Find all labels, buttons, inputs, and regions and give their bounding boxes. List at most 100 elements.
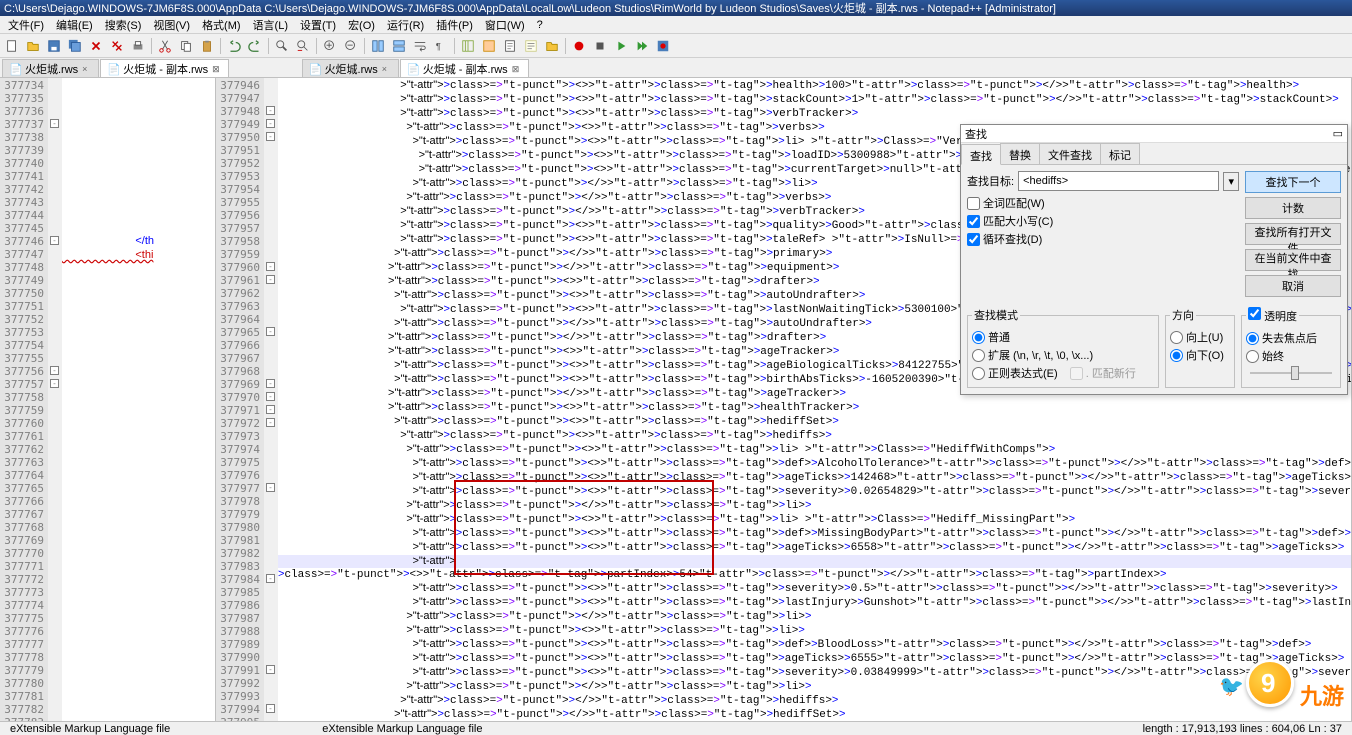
close-icon[interactable]: ⊠	[512, 64, 522, 74]
record-icon[interactable]	[569, 36, 589, 56]
doc-map-icon[interactable]	[500, 36, 520, 56]
save-macro-icon[interactable]	[653, 36, 673, 56]
code-view-left[interactable]: </th <thi	[62, 78, 215, 721]
left-pane[interactable]: 377734 377735 377736 377737 377738 37773…	[0, 78, 216, 721]
save-all-icon[interactable]	[65, 36, 85, 56]
menu-item[interactable]: 编辑(E)	[50, 17, 99, 33]
menu-item[interactable]: 设置(T)	[294, 17, 342, 33]
folder-icon[interactable]	[542, 36, 562, 56]
find-target-label: 查找目标:	[967, 173, 1014, 189]
btn-find-all-open[interactable]: 查找所有打开文件	[1245, 223, 1341, 245]
chk-transparency[interactable]	[1248, 307, 1261, 320]
dir-up[interactable]	[1170, 331, 1183, 344]
file-icon: 📄	[407, 63, 419, 75]
menu-item[interactable]: 插件(P)	[430, 17, 479, 33]
search-mode-group: 查找模式 普通 扩展 (\n, \r, \t, \0, \x...) 正则表达式…	[967, 307, 1159, 388]
status-position: length : 17,913,193 lines : 604,06 Ln : …	[1137, 723, 1348, 735]
wrap-icon[interactable]	[410, 36, 430, 56]
line-gutter: 377734 377735 377736 377737 377738 37773…	[0, 78, 48, 721]
print-icon[interactable]	[128, 36, 148, 56]
menu-item[interactable]: 宏(O)	[342, 17, 381, 33]
menu-item[interactable]: 文件(F)	[2, 17, 50, 33]
menu-bar[interactable]: 文件(F)编辑(E)搜索(S)视图(V)格式(M)语言(L)设置(T)宏(O)运…	[0, 16, 1352, 34]
mode-regex[interactable]	[972, 367, 985, 380]
menu-item[interactable]: 搜索(S)	[99, 17, 148, 33]
mode-extended[interactable]	[972, 349, 985, 362]
menu-item[interactable]: 运行(R)	[381, 17, 430, 33]
find-dialog[interactable]: 查找 ▭ 查找 替换 文件查找 标记 查找目标: ▾ 全词匹配(W) 匹配大小写…	[960, 124, 1348, 395]
close-icon[interactable]	[86, 36, 106, 56]
tab-left-1[interactable]: 📄火炬城.rws×	[2, 59, 99, 77]
watermark-logo: 🐦 9 九游	[1244, 655, 1344, 715]
zoom-out-icon[interactable]	[341, 36, 361, 56]
find-icon[interactable]	[272, 36, 292, 56]
tab-left-2[interactable]: 📄火炬城 - 副本.rws⊠	[100, 59, 229, 77]
fold-column[interactable]: --------------	[264, 78, 278, 721]
sync-h-icon[interactable]	[389, 36, 409, 56]
stop-icon[interactable]	[590, 36, 610, 56]
menu-item[interactable]: 视图(V)	[147, 17, 196, 33]
menu-item[interactable]: ?	[531, 19, 549, 31]
chk-wrap[interactable]	[967, 233, 980, 246]
status-bar: eXtensible Markup Language file eXtensib…	[0, 721, 1352, 735]
redo-icon[interactable]	[245, 36, 265, 56]
replace-icon[interactable]	[293, 36, 313, 56]
dialog-title: 查找	[965, 126, 987, 142]
btn-cancel[interactable]: 取消	[1245, 275, 1341, 297]
btn-count[interactable]: 计数	[1245, 197, 1341, 219]
tab-right-2[interactable]: 📄火炬城 - 副本.rws⊠	[400, 59, 529, 77]
direction-group: 方向 向上(U) 向下(O)	[1165, 307, 1235, 388]
bird-icon: 🐦	[1219, 674, 1244, 699]
new-file-icon[interactable]	[2, 36, 22, 56]
btn-find-current[interactable]: 在当前文件中查找	[1245, 249, 1341, 271]
close-icon[interactable]: ×	[82, 64, 92, 74]
status-lang-right: eXtensible Markup Language file	[316, 723, 488, 735]
btn-find-next[interactable]: 查找下一个	[1245, 171, 1341, 193]
dropdown-icon[interactable]: ▾	[1223, 172, 1239, 191]
dir-down[interactable]	[1170, 349, 1183, 362]
indent-guide-icon[interactable]	[458, 36, 478, 56]
sync-v-icon[interactable]	[368, 36, 388, 56]
transparency-slider[interactable]	[1250, 372, 1332, 374]
tab-right-1[interactable]: 📄火炬城.rws×	[302, 59, 399, 77]
play-icon[interactable]	[611, 36, 631, 56]
zoom-in-icon[interactable]	[320, 36, 340, 56]
svg-text:¶: ¶	[436, 41, 441, 52]
find-target-input[interactable]	[1018, 171, 1219, 191]
close-icon[interactable]: ⊠	[212, 64, 222, 74]
cut-icon[interactable]	[155, 36, 175, 56]
toolbar: ¶	[0, 34, 1352, 58]
open-file-icon[interactable]	[23, 36, 43, 56]
tab-findfiles[interactable]: 文件查找	[1039, 143, 1101, 164]
trans-focus[interactable]	[1246, 332, 1259, 345]
fold-column[interactable]: ----	[48, 78, 62, 721]
copy-icon[interactable]	[176, 36, 196, 56]
tab-mark[interactable]: 标记	[1100, 143, 1140, 164]
document-tabs: 📄火炬城.rws× 📄火炬城 - 副本.rws⊠ 📄火炬城.rws× 📄火炬城 …	[0, 58, 1352, 78]
tab-replace[interactable]: 替换	[1000, 143, 1040, 164]
hidden-chars-icon[interactable]: ¶	[431, 36, 451, 56]
chk-match-case[interactable]	[967, 215, 980, 228]
line-gutter: 377946 377947 377948 377949 377950 37795…	[216, 78, 264, 721]
file-icon: 📄	[309, 63, 321, 75]
title-bar: C:\Users\Dejago.WINDOWS-7JM6F8S.000\AppD…	[0, 0, 1352, 16]
menu-item[interactable]: 窗口(W)	[479, 17, 531, 33]
udl-icon[interactable]	[479, 36, 499, 56]
save-icon[interactable]	[44, 36, 64, 56]
undo-icon[interactable]	[224, 36, 244, 56]
chk-whole-word[interactable]	[967, 197, 980, 210]
trans-always[interactable]	[1246, 350, 1259, 363]
play-multi-icon[interactable]	[632, 36, 652, 56]
close-all-icon[interactable]	[107, 36, 127, 56]
mode-normal[interactable]	[972, 331, 985, 344]
dialog-title-bar[interactable]: 查找 ▭	[961, 125, 1347, 143]
tab-find[interactable]: 查找	[961, 144, 1001, 165]
paste-icon[interactable]	[197, 36, 217, 56]
menu-item[interactable]: 语言(L)	[247, 17, 294, 33]
close-icon[interactable]: ×	[382, 64, 392, 74]
transparency-group: 透明度 失去焦点后 始终	[1241, 307, 1341, 388]
pin-icon[interactable]: ▭	[1333, 127, 1343, 140]
func-list-icon[interactable]	[521, 36, 541, 56]
chk-dot-newline	[1070, 367, 1083, 380]
menu-item[interactable]: 格式(M)	[196, 17, 247, 33]
